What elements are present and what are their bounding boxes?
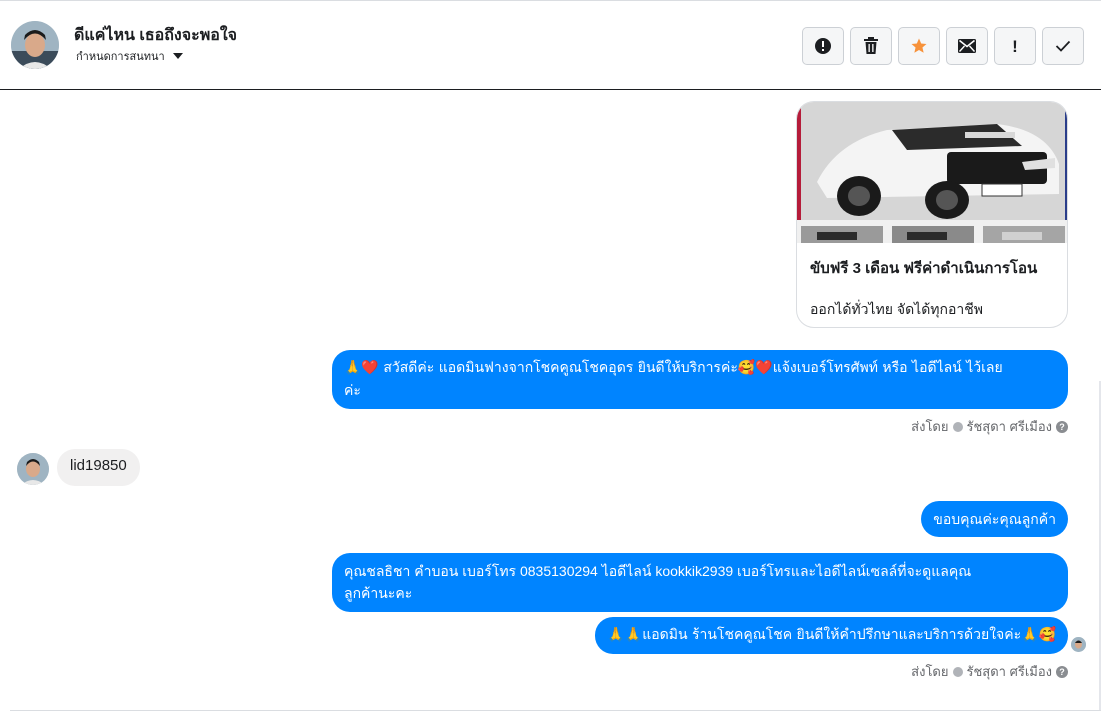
exclamation-icon: ! xyxy=(1012,36,1018,56)
incoming-message[interactable]: lid19850 xyxy=(57,449,140,486)
check-icon xyxy=(1055,40,1071,52)
outgoing-message[interactable]: 🙏❤️ สวัสดีค่ะ แอดมินฟางจากโชคคูณโชคอุดร … xyxy=(332,350,1068,409)
message-list: ขับฟรี 3 เดือน ฟรีค่าดำเนินการโอน ออกได้… xyxy=(0,91,1101,714)
sent-by-label: ส่งโดย xyxy=(911,664,949,679)
agent-status-icon xyxy=(952,666,963,677)
ad-card-subtitle: ออกได้ทั่วไทย จัดได้ทุกอาชีพ xyxy=(810,301,984,317)
alert-circle-icon xyxy=(815,38,831,54)
conversation-schedule-dropdown[interactable]: กำหนดการสนทนา xyxy=(76,47,183,65)
conversation-view: ดีแค่ไหน เธอถึงจะพอใจ กำหนดการสนทนา ! ขั… xyxy=(0,0,1101,714)
conversation-toolbar: ! xyxy=(802,27,1084,65)
envelope-icon xyxy=(958,39,976,53)
agent-status-icon xyxy=(952,421,963,432)
star-button[interactable] xyxy=(898,27,940,65)
contact-avatar[interactable] xyxy=(11,21,59,69)
contact-name: ดีแค่ไหน เธอถึงจะพอใจ xyxy=(74,27,238,44)
conversation-header: ดีแค่ไหน เธอถึงจะพอใจ กำหนดการสนทนา ! xyxy=(0,0,1101,90)
sent-by-agent: รัชสุดา ศรีเมือง xyxy=(966,419,1053,434)
ad-card-image xyxy=(797,102,1067,243)
contact-avatar-small xyxy=(17,453,49,485)
trash-icon xyxy=(864,37,878,54)
composer-divider xyxy=(10,710,1101,711)
message-text: คุณชลธิชา คำบอน เบอร์โทร 0835130294 ไอดี… xyxy=(344,563,972,579)
outgoing-message[interactable]: คุณชลธิชา คำบอน เบอร์โทร 0835130294 ไอดี… xyxy=(332,553,1068,612)
report-button[interactable] xyxy=(802,27,844,65)
mark-done-button[interactable] xyxy=(1042,27,1084,65)
caret-down-icon xyxy=(172,53,183,59)
seen-avatar xyxy=(1071,637,1086,652)
conversation-schedule-label: กำหนดการสนทนา xyxy=(76,51,165,63)
ad-card[interactable]: ขับฟรี 3 เดือน ฟรีค่าดำเนินการโอน ออกได้… xyxy=(796,101,1068,328)
outgoing-message[interactable]: 🙏🙏แอดมิน ร้านโชคคูณโชค ยินดีให้คำปรึกษาแ… xyxy=(595,617,1068,654)
ad-card-title: ขับฟรี 3 เดือน ฟรีค่าดำเนินการโอน xyxy=(810,260,1038,277)
outgoing-message[interactable]: ขอบคุณค่ะคุณลูกค้า xyxy=(921,501,1068,537)
help-icon[interactable]: ? xyxy=(1056,420,1068,433)
sent-by-info: ส่งโดย รัชสุดา ศรีเมือง ? xyxy=(911,661,1068,682)
message-text-continued: ค่ะ xyxy=(344,382,361,398)
mark-important-button[interactable]: ! xyxy=(994,27,1036,65)
mark-unread-button[interactable] xyxy=(946,27,988,65)
sent-by-info: ส่งโดย รัชสุดา ศรีเมือง ? xyxy=(911,416,1068,437)
help-icon[interactable]: ? xyxy=(1056,665,1068,678)
sent-by-agent: รัชสุดา ศรีเมือง xyxy=(966,664,1053,679)
star-icon xyxy=(911,38,927,53)
message-text-continued: ลูกค้านะคะ xyxy=(344,585,413,601)
message-text: 🙏❤️ สวัสดีค่ะ แอดมินฟางจากโชคคูณโชคอุดร … xyxy=(344,360,1003,376)
sent-by-label: ส่งโดย xyxy=(911,419,949,434)
delete-button[interactable] xyxy=(850,27,892,65)
